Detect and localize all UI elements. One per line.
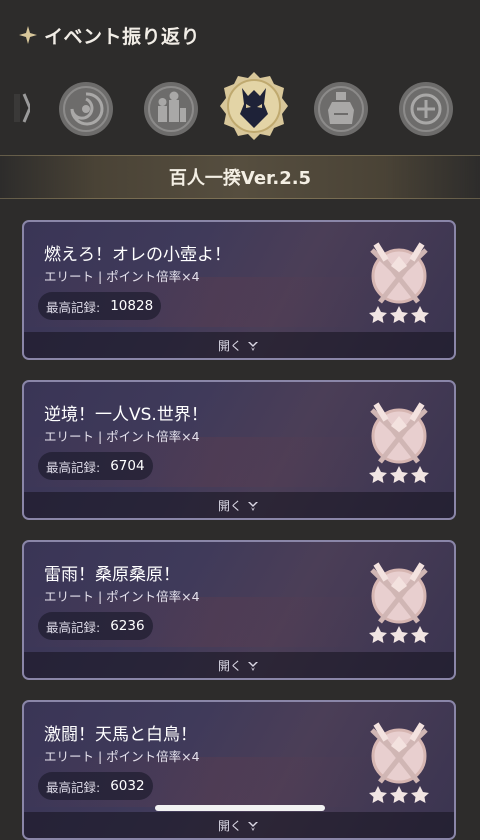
arrow-left-icon[interactable] [14,90,30,126]
best-record-label: 最高記録: [46,619,101,635]
best-record-label: 最高記録: [46,779,101,795]
open-button-label: 開く [217,658,242,673]
best-record-label: 最高記録: [46,299,101,315]
event-icon-demon-mask[interactable] [218,70,290,142]
stage-name: 逆境！一人VS.世界！ [44,405,208,425]
page-title: イベント振り返り [44,25,201,48]
crossed-swords-badge-icon [369,722,429,803]
star-rating [369,626,429,643]
expand-chevron-icon [248,662,258,671]
event-icon-bottle[interactable] [312,80,370,138]
expand-chevron-icon [248,822,258,831]
stage-subtitle: エリート | ポイント倍率×4 [44,749,200,764]
event-banner: 百人一揆Ver.2.5 [0,155,480,199]
best-record: 最高記録: 10828 [38,292,162,320]
event-icon-row [0,68,480,148]
star-rating [369,306,429,323]
stage-card[interactable]: 激闘！天馬と白鳥！ エリート | ポイント倍率×4 最高記録: 6032 開く [22,700,456,840]
open-button-label: 開く [217,338,242,353]
crossed-swords-badge-icon [369,402,429,483]
event-banner-title: 百人一揆Ver.2.5 [168,168,312,189]
best-record-label: 最高記録: [46,459,101,475]
event-icon-compass[interactable] [397,80,455,138]
best-record-value: 6032 [110,778,145,794]
page-header: イベント振り返り [18,20,200,50]
star-rating [369,786,429,803]
expand-chevron-icon [248,342,258,351]
open-button[interactable]: 開く [24,812,454,838]
open-button-label: 開く [217,818,242,833]
stage-name: 燃えろ！オレの小壺よ！ [44,245,231,265]
stage-card[interactable]: 逆境！一人VS.世界！ エリート | ポイント倍率×4 最高記録: 6704 開… [22,380,456,520]
stage-name: 激闘！天馬と白鳥！ [44,725,197,745]
open-button-label: 開く [217,498,242,513]
sparkle-icon [19,26,37,44]
best-record-value: 6704 [110,458,145,474]
crossed-swords-badge-icon [369,242,429,323]
best-record: 最高記録: 6704 [38,452,153,480]
star-rating [369,466,429,483]
stage-subtitle: エリート | ポイント倍率×4 [44,589,200,604]
stage-subtitle: エリート | ポイント倍率×4 [44,429,200,444]
open-button[interactable]: 開く [24,492,454,518]
stage-subtitle: エリート | ポイント倍率×4 [44,269,200,284]
home-indicator[interactable] [155,805,325,811]
stage-card[interactable]: 燃えろ！オレの小壺よ！ エリート | ポイント倍率×4 最高記録: 10828 … [22,220,456,360]
open-button[interactable]: 開く [24,332,454,358]
best-record-value: 10828 [110,298,154,314]
best-record: 最高記録: 6236 [38,612,153,640]
stage-card[interactable]: 雷雨！桑原桑原！ エリート | ポイント倍率×4 最高記録: 6236 開く [22,540,456,680]
crossed-swords-badge-icon [369,562,429,643]
open-button[interactable]: 開く [24,652,454,678]
event-icon-swirl[interactable] [57,80,115,138]
stage-name: 雷雨！桑原桑原！ [44,565,180,585]
best-record: 最高記録: 6032 [38,772,153,800]
best-record-value: 6236 [110,618,145,634]
expand-chevron-icon [248,502,258,511]
event-icon-figures[interactable] [142,80,200,138]
